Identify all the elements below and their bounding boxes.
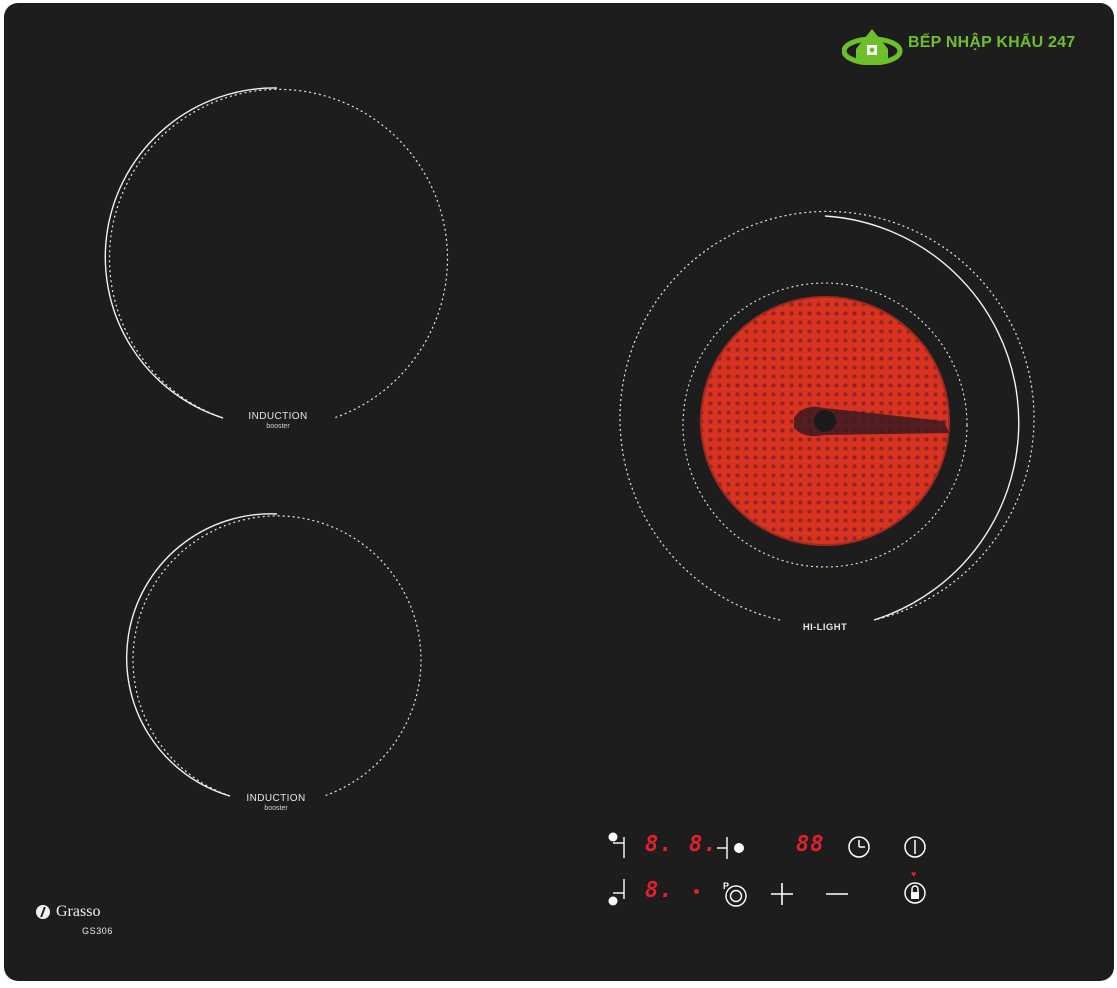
lock-indicator-icon: ♥ [911, 869, 917, 879]
brand-name: Grasso [56, 903, 101, 920]
watermark-text: BẾP NHẬP KHẨU 247 [908, 34, 1076, 51]
plus-icon [771, 883, 793, 905]
house-logo-icon [842, 29, 903, 65]
zone2-display: 8. [689, 832, 718, 857]
zone-right-label: HI-LIGHT [802, 622, 848, 633]
booster-p-icon: P [723, 881, 747, 907]
minus-icon [826, 893, 848, 895]
timer-button[interactable] [846, 834, 872, 860]
cooktop-glass-surface: INDUCTION booster INDUCTION booster HI-L… [4, 3, 1114, 981]
zone-select-right[interactable] [715, 834, 749, 862]
zone-front-left-label: INDUCTION booster [216, 793, 336, 812]
power-button[interactable] [902, 834, 928, 860]
zone-select-rear-left[interactable] [604, 830, 626, 858]
lock-button[interactable] [902, 880, 928, 906]
svg-text:P: P [723, 881, 729, 891]
zone-rear-left-label: INDUCTION booster [218, 411, 338, 430]
zone-type-label: INDUCTION [248, 411, 308, 422]
watermark: BẾP NHẬP KHẨU 247 [842, 21, 1075, 65]
timer-display: 88 [796, 832, 825, 857]
zone-sub-label: booster [264, 805, 288, 812]
brand-logo-icon [36, 905, 50, 919]
clock-icon [848, 836, 870, 858]
zone3-display: 8. [645, 878, 674, 903]
zone-front-left-ring [126, 513, 422, 797]
model-number: GS306 [82, 926, 114, 936]
brand: Grasso [36, 903, 100, 921]
zone-type-label: INDUCTION [246, 793, 306, 804]
plus-button[interactable] [769, 881, 795, 907]
minus-button[interactable] [824, 881, 850, 907]
zone-select-front-left[interactable] [604, 879, 626, 909]
zone-rear-left-ring [104, 87, 449, 419]
lock-icon [904, 882, 926, 904]
radiant-heating-element [700, 296, 950, 546]
burner-drawing [104, 87, 1035, 797]
zone-sub-label: booster [266, 423, 290, 430]
booster-button[interactable]: P [720, 879, 750, 909]
power-icon [904, 836, 926, 858]
zone1-display: 8. [645, 832, 674, 857]
indicator-dot [694, 889, 699, 894]
